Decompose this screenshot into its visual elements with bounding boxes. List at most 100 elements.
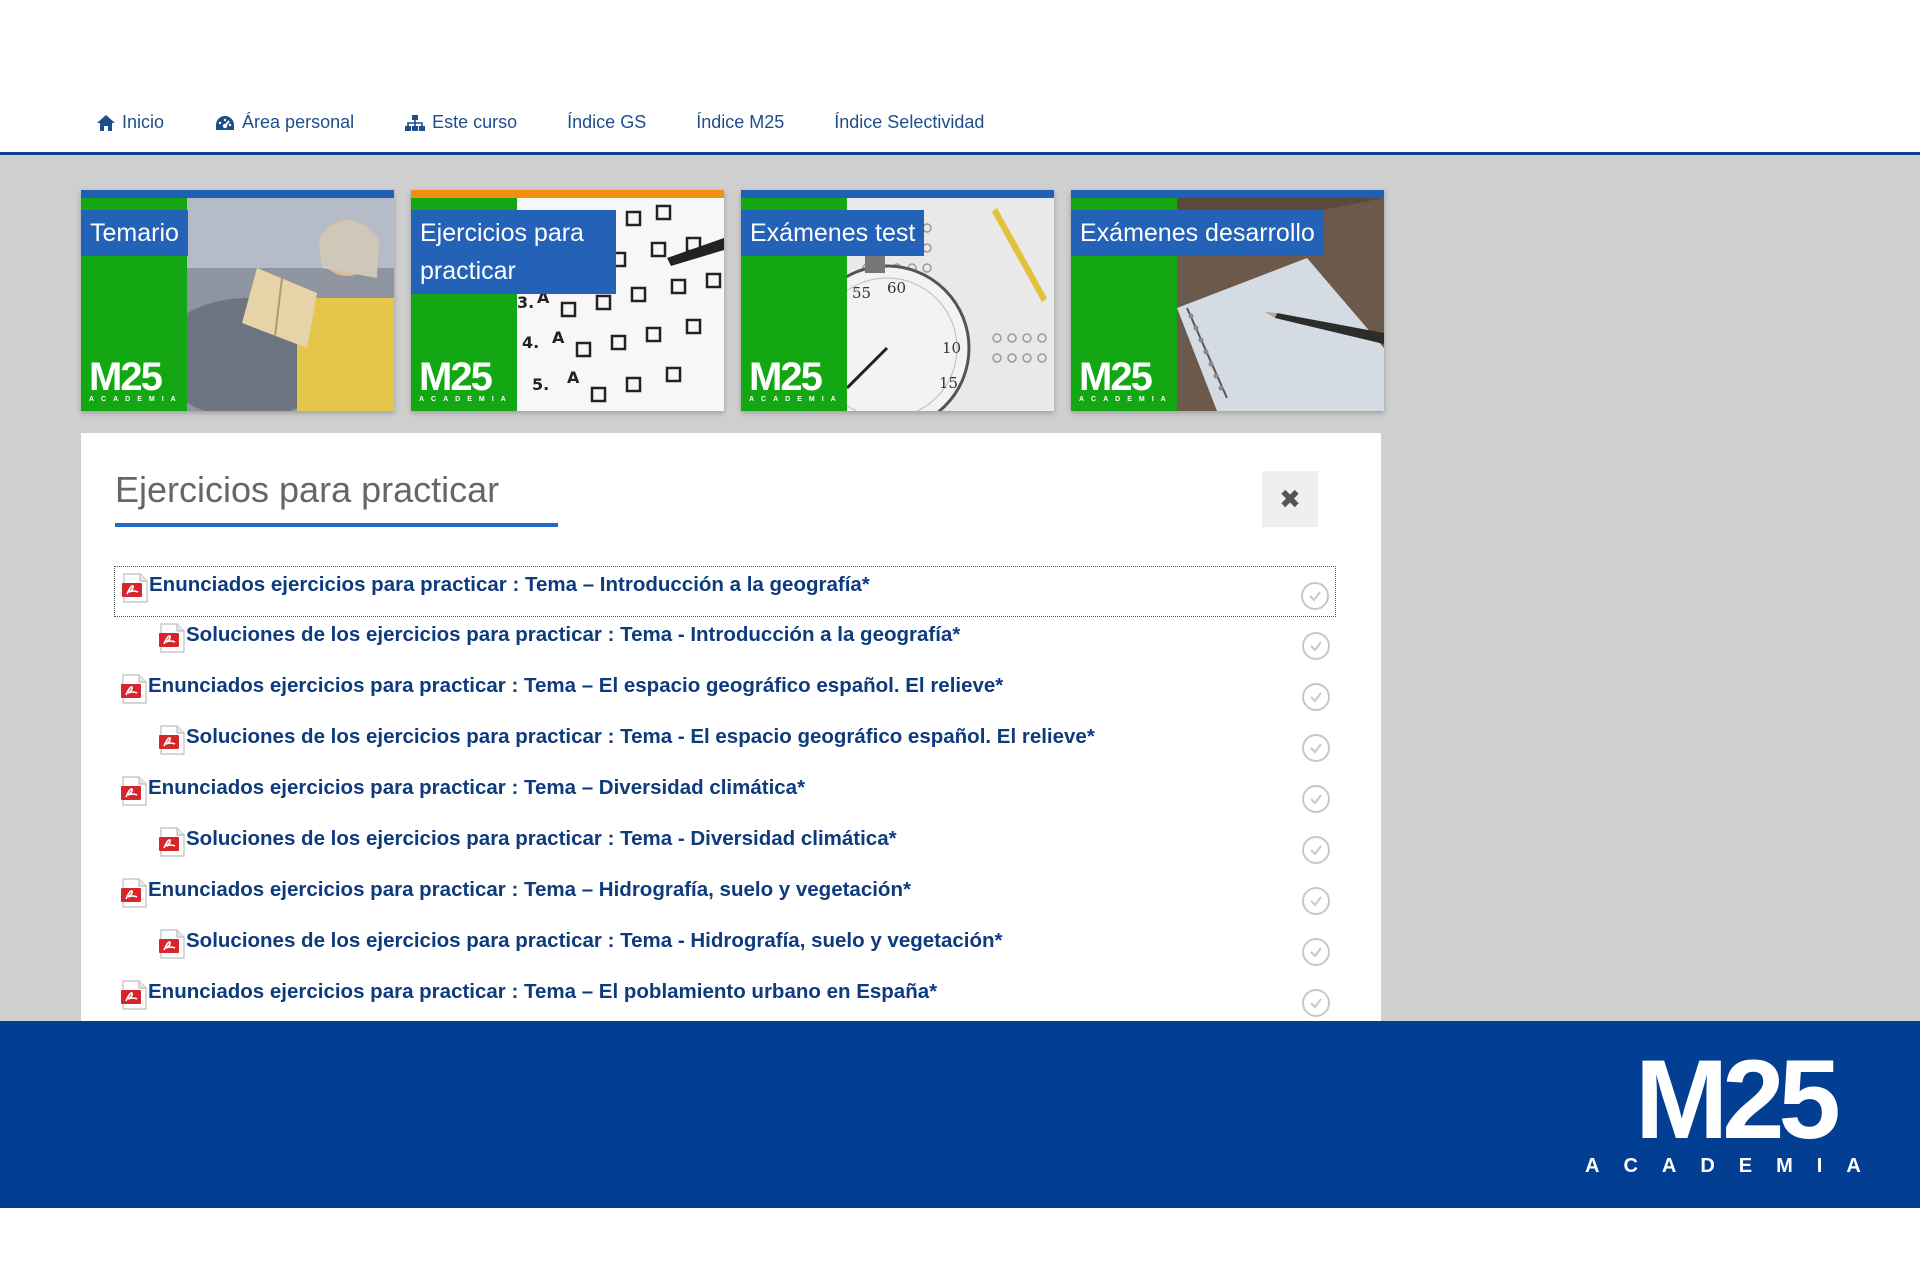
list-item: Enunciados ejercicios para practicar : T… [114, 566, 1336, 617]
list-item: Enunciados ejercicios para practicar : T… [114, 668, 1336, 719]
svg-text:60: 60 [887, 279, 906, 297]
logo-text: M25 [749, 355, 823, 399]
activity-link[interactable]: Enunciados ejercicios para practicar : T… [148, 674, 1003, 698]
m25-logo: M25 ACADEMIA [419, 355, 513, 403]
reading-image [157, 198, 394, 411]
completion-checkbox[interactable] [1302, 836, 1330, 864]
footer-logo-text: M25 [1634, 1037, 1841, 1162]
tile-examenes-test[interactable]: 55 60 10 15 Exámenes test M25 ACADEMIA [741, 190, 1054, 411]
dashboard-icon [216, 115, 235, 130]
nav-menu: Inicio Área personal Este curso Índice G… [96, 112, 1034, 133]
activity-link[interactable]: Enunciados ejercicios para practicar : T… [148, 776, 805, 800]
check-icon [1308, 791, 1324, 807]
pdf-icon [158, 827, 186, 857]
pdf-icon [158, 623, 186, 653]
tile-ejercicios[interactable]: 3. A 4. A 5. A Ejercicios para practicar M2… [411, 190, 724, 411]
nav-item-label: Índice Selectividad [834, 112, 985, 132]
check-icon [1308, 638, 1324, 654]
svg-text:3.: 3. [517, 293, 534, 312]
tile-label: Exámenes test [741, 210, 925, 256]
check-icon [1308, 842, 1324, 858]
tile-label: Temario [81, 210, 188, 256]
list-item: Soluciones de los ejercicios para practi… [114, 617, 1336, 668]
nav-item-label: Índice M25 [696, 112, 785, 132]
activity-link[interactable]: Enunciados ejercicios para practicar : T… [149, 573, 870, 597]
pdf-icon [158, 929, 186, 959]
completion-checkbox[interactable] [1302, 785, 1330, 813]
home-icon [97, 114, 115, 131]
close-button[interactable]: ✖ [1262, 471, 1318, 527]
close-icon: ✖ [1279, 483, 1301, 514]
list-item: Soluciones de los ejercicios para practi… [114, 821, 1336, 872]
nav-item-inicio[interactable]: Inicio [96, 112, 164, 133]
svg-text:5.: 5. [532, 375, 549, 394]
list-item: Enunciados ejercicios para practicar : T… [114, 770, 1336, 821]
activity-link[interactable]: Soluciones de los ejercicios para practi… [186, 623, 960, 647]
tile-label: Exámenes desarrollo [1071, 210, 1324, 256]
tile-temario[interactable]: Temario M25 ACADEMIA [81, 190, 394, 411]
nav-item-area-personal[interactable]: Área personal [214, 112, 354, 133]
svg-text:55: 55 [852, 284, 871, 302]
list-item: Soluciones de los ejercicios para practi… [114, 719, 1336, 770]
nav-item-label: Este curso [432, 112, 518, 132]
logo-subtext: ACADEMIA [419, 396, 513, 403]
pdf-icon [121, 573, 149, 603]
completion-checkbox[interactable] [1302, 734, 1330, 762]
sitemap-icon [405, 114, 426, 131]
tile-topbar [741, 190, 1054, 198]
list-item: Enunciados ejercicios para practicar : T… [114, 974, 1336, 1025]
list-item: Enunciados ejercicios para practicar : T… [114, 872, 1336, 923]
nav-item-este-curso[interactable]: Este curso [404, 112, 517, 133]
completion-checkbox[interactable] [1302, 683, 1330, 711]
activity-link[interactable]: Soluciones de los ejercicios para practi… [186, 725, 1095, 749]
m25-logo: M25 ACADEMIA [89, 355, 183, 403]
completion-checkbox[interactable] [1301, 582, 1329, 610]
nav-item-indice-m25[interactable]: Índice M25 [696, 112, 784, 133]
logo-subtext: ACADEMIA [89, 396, 183, 403]
completion-checkbox[interactable] [1302, 938, 1330, 966]
svg-text:A: A [567, 368, 580, 387]
nav-item-label: Índice GS [567, 112, 647, 132]
nav-item-label: Área personal [242, 112, 355, 132]
activity-link[interactable]: Enunciados ejercicios para practicar : T… [148, 980, 937, 1004]
nav-item-indice-selectividad[interactable]: Índice Selectividad [834, 112, 984, 133]
activity-link[interactable]: Soluciones de los ejercicios para practi… [186, 929, 1003, 953]
list-item: Soluciones de los ejercicios para practi… [114, 923, 1336, 974]
completion-checkbox[interactable] [1302, 632, 1330, 660]
tile-topbar [1071, 190, 1384, 198]
nav-item-indice-gs[interactable]: Índice GS [567, 112, 646, 133]
tile-topbar-active [411, 190, 724, 198]
svg-text:4.: 4. [522, 333, 539, 352]
pdf-icon [120, 674, 148, 704]
logo-text: M25 [1079, 355, 1153, 399]
logo-subtext: ACADEMIA [1079, 396, 1173, 403]
panel-title: Ejercicios para practicar [115, 469, 558, 527]
top-navigation: Inicio Área personal Este curso Índice G… [0, 0, 1920, 155]
completion-checkbox[interactable] [1302, 887, 1330, 915]
check-icon [1308, 944, 1324, 960]
activity-link[interactable]: Soluciones de los ejercicios para practi… [186, 827, 897, 851]
svg-text:15: 15 [939, 374, 958, 392]
logo-text: M25 [419, 355, 493, 399]
pdf-icon [120, 980, 148, 1010]
check-icon [1308, 995, 1324, 1011]
m25-logo: M25 ACADEMIA [749, 355, 843, 403]
tile-examenes-desarrollo[interactable]: Exámenes desarrollo M25 ACADEMIA [1071, 190, 1384, 411]
check-icon [1308, 689, 1324, 705]
m25-logo: M25 ACADEMIA [1079, 355, 1173, 403]
logo-subtext: ACADEMIA [749, 396, 843, 403]
nav-item-label: Inicio [122, 112, 165, 132]
check-icon [1307, 588, 1323, 604]
pdf-icon [120, 776, 148, 806]
logo-text: M25 [89, 355, 163, 399]
completion-checkbox[interactable] [1302, 989, 1330, 1017]
check-icon [1308, 893, 1324, 909]
activity-list: Enunciados ejercicios para practicar : T… [114, 566, 1336, 1025]
section-panel: Ejercicios para practicar ✖ Enunciados e… [81, 433, 1381, 1021]
tile-topbar [81, 190, 394, 198]
pdf-icon [158, 725, 186, 755]
footer-logo-subtext: ACADEMIA [1585, 1155, 1885, 1177]
activity-link[interactable]: Enunciados ejercicios para practicar : T… [148, 878, 911, 902]
footer-logo: M25 ACADEMIA [1585, 1037, 1885, 1178]
svg-text:A: A [552, 328, 565, 347]
